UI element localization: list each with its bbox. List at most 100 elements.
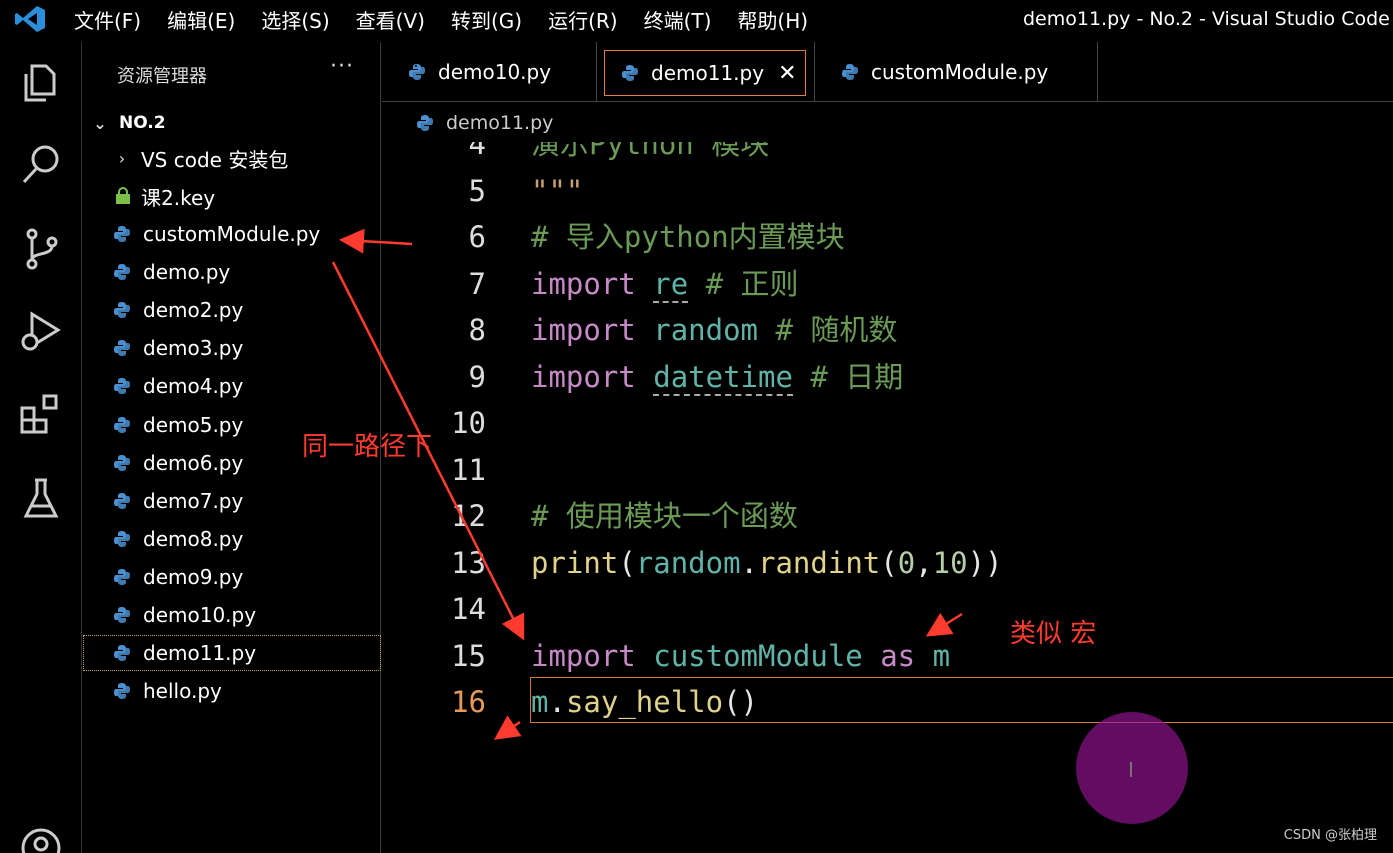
line-number: 11: [451, 453, 486, 487]
more-actions-icon[interactable]: ···: [330, 54, 354, 79]
tree-item-file[interactable]: demo5.py: [83, 407, 381, 443]
menu-edit[interactable]: 编辑(E): [167, 5, 235, 34]
code-token: import: [531, 360, 636, 394]
line-number: 4: [468, 142, 486, 161]
extensions-icon[interactable]: [18, 392, 64, 438]
menu-terminal[interactable]: 终端(T): [644, 5, 712, 34]
run-debug-icon[interactable]: [18, 308, 64, 354]
line-number: 14: [451, 592, 486, 626]
code-editor[interactable]: 4 演示Python 模块 5 """ 6 # 导入python内置模块 7 import r…: [382, 142, 1393, 853]
code-token: )): [967, 546, 1003, 580]
code-token: as: [880, 639, 916, 673]
tree-item-file[interactable]: customModule.py: [83, 216, 381, 252]
folder-root[interactable]: ⌄ NO.2: [83, 105, 381, 141]
line-number: 12: [451, 499, 486, 533]
source-control-icon[interactable]: [18, 226, 64, 272]
tree-item-vscode-installer[interactable]: › VS code 安装包: [83, 140, 381, 176]
code-token: .: [740, 546, 759, 580]
line-number: 10: [451, 406, 486, 440]
explorer-header: 资源管理器: [117, 66, 207, 87]
tree-item-key[interactable]: 课2.key: [83, 178, 381, 214]
line-number: 9: [468, 360, 486, 394]
line-code: print(random.randint(0,10)): [531, 540, 1002, 586]
code-line[interactable]: 7 import re # 正则: [382, 261, 1393, 307]
code-token: # 使用模块一个函数: [531, 499, 798, 533]
code-token: # 导入python内置模块: [531, 220, 845, 254]
folder-root-label: NO.2: [119, 113, 166, 133]
chevron-right-icon: ›: [118, 148, 126, 168]
explorer-sidebar: 资源管理器 ··· ⌄ NO.2 › VS code 安装包 课2.key cu…: [83, 42, 381, 853]
code-token: print: [531, 546, 619, 580]
menu-selection[interactable]: 选择(S): [261, 5, 329, 34]
tree-item-file[interactable]: demo10.py: [83, 597, 381, 633]
python-file-icon: [842, 64, 858, 80]
code-line[interactable]: 12 # 使用模块一个函数: [382, 493, 1393, 539]
menu-file[interactable]: 文件(F): [74, 5, 141, 34]
line-number: 13: [451, 546, 486, 580]
close-icon[interactable]: ✕: [778, 61, 796, 86]
menu-run[interactable]: 运行(R): [548, 5, 618, 34]
tree-item-label: demo2.py: [143, 298, 244, 322]
line-code: 演示Python 模块: [531, 142, 769, 167]
tree-item-label: demo9.py: [143, 565, 244, 589]
tree-item-label: demo6.py: [143, 451, 244, 475]
python-file-icon: [114, 226, 130, 242]
code-line[interactable]: 8 import random # 随机数: [382, 307, 1393, 353]
tree-item-label: demo.py: [143, 260, 231, 284]
tab-demo10[interactable]: demo10.py: [382, 42, 597, 102]
python-file-icon: [114, 455, 130, 471]
menu-help[interactable]: 帮助(H): [737, 5, 808, 34]
account-icon[interactable]: [18, 822, 64, 853]
tree-item-file[interactable]: demo11.py: [83, 635, 381, 671]
tree-item-file[interactable]: demo2.py: [83, 292, 381, 328]
current-line-highlight: [530, 677, 1393, 723]
code-token: 演示Python 模块: [531, 142, 770, 161]
code-line[interactable]: 13 print(random.randint(0,10)): [382, 540, 1393, 586]
tab-demo11[interactable]: demo11.py ✕: [604, 50, 806, 96]
lock-icon: [116, 187, 130, 204]
python-file-icon: [114, 302, 130, 318]
python-file-icon: [114, 264, 130, 280]
menu-go[interactable]: 转到(G): [451, 5, 522, 34]
code-line[interactable]: 11: [382, 447, 1393, 493]
code-line[interactable]: 4 演示Python 模块: [382, 142, 1393, 167]
code-line[interactable]: 10: [382, 400, 1393, 446]
code-line[interactable]: 5 """: [382, 168, 1393, 214]
tree-item-file[interactable]: demo3.py: [83, 330, 381, 366]
python-file-icon: [114, 417, 130, 433]
explorer-icon[interactable]: [18, 60, 64, 106]
code-token: # 日期: [792, 360, 904, 394]
tree-item-file[interactable]: demo6.py: [83, 445, 381, 481]
breadcrumb[interactable]: demo11.py: [382, 104, 1393, 142]
python-file-icon: [114, 645, 130, 661]
code-line[interactable]: 9 import datetime # 日期: [382, 354, 1393, 400]
tree-item-file[interactable]: demo.py: [83, 254, 381, 290]
code-token: 0: [897, 546, 916, 580]
tree-item-file[interactable]: demo7.py: [83, 483, 381, 519]
tree-item-file[interactable]: hello.py: [83, 673, 381, 709]
line-code: import customModule as m: [531, 633, 950, 679]
tree-item-label: VS code 安装包: [141, 147, 289, 172]
testing-icon[interactable]: [18, 476, 64, 522]
code-line[interactable]: 6 # 导入python内置模块: [382, 214, 1393, 260]
python-file-icon: [114, 340, 130, 356]
tab-custom-module[interactable]: customModule.py: [814, 42, 1098, 102]
editor-tabs: demo10.py demo11.py ✕ customModule.py: [382, 42, 1393, 102]
tree-item-file[interactable]: demo9.py: [83, 559, 381, 595]
tree-item-label: demo11.py: [143, 641, 257, 665]
line-number: 7: [468, 267, 486, 301]
menu-view[interactable]: 查看(V): [356, 5, 425, 34]
python-file-icon: [114, 378, 130, 394]
chevron-down-icon: ⌄: [93, 113, 107, 133]
tab-label: customModule.py: [871, 60, 1049, 84]
code-line[interactable]: 15 import customModule as m: [382, 633, 1393, 679]
code-line[interactable]: 14: [382, 586, 1393, 632]
code-token: random: [635, 546, 741, 580]
tree-item-file[interactable]: demo8.py: [83, 521, 381, 557]
tree-item-file[interactable]: demo4.py: [83, 368, 381, 404]
tree-item-label: demo7.py: [143, 489, 244, 513]
search-icon[interactable]: [18, 142, 64, 188]
